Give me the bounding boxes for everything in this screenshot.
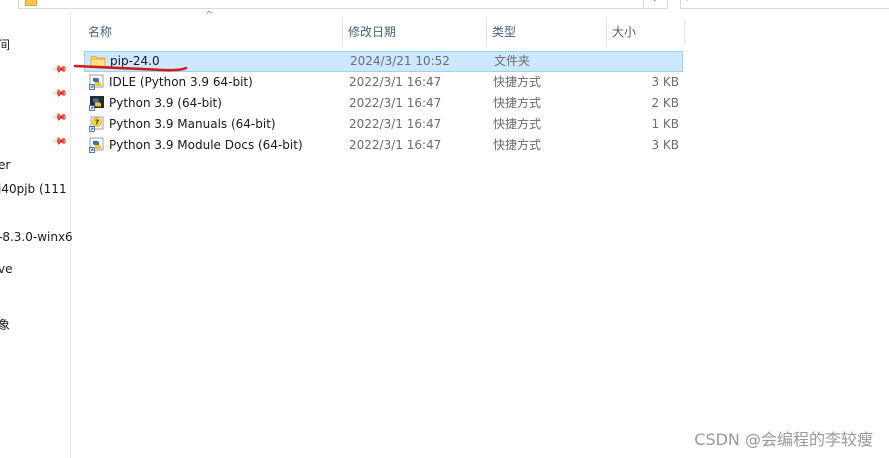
- column-header-name[interactable]: 名称: [82, 16, 342, 48]
- nav-item-6[interactable]: 象: [0, 316, 10, 334]
- nav-item-2[interactable]: er: [0, 156, 10, 174]
- chevron-down-icon: ⌄: [651, 0, 659, 4]
- python-docs-shortcut-icon: [89, 137, 104, 153]
- help-manual-shortcut-icon: ?: [89, 116, 104, 132]
- file-row-python[interactable]: Python 3.9 (64-bit) 2022/3/1 16:47 快捷方式 …: [84, 93, 683, 114]
- python-shortcut-icon: [89, 96, 104, 111]
- file-type: 快捷方式: [493, 75, 542, 89]
- nav-item-3[interactable]: j40pjb (111: [0, 180, 67, 198]
- file-size: 1 KB: [651, 117, 679, 131]
- search-icon: ⌕: [687, 0, 692, 4]
- column-resize-handle[interactable]: [684, 18, 685, 46]
- file-date: 2022/3/1 16:47: [349, 75, 442, 89]
- address-folder-icon: [25, 0, 37, 6]
- file-date: 2022/3/1 16:47: [349, 138, 442, 152]
- file-type: 快捷方式: [493, 117, 542, 131]
- column-header-date[interactable]: 修改日期: [342, 16, 486, 48]
- address-bar[interactable]: [18, 0, 668, 9]
- column-header-size[interactable]: 大小: [606, 16, 684, 48]
- file-row-idle[interactable]: IDLE (Python 3.9 64-bit) 2022/3/1 16:47 …: [84, 72, 683, 93]
- file-name: pip-24.0: [110, 54, 160, 68]
- refresh-button[interactable]: ⌄: [643, 0, 668, 8]
- watermark: CSDN @会编程的李较瘦: [694, 430, 873, 449]
- file-type: 快捷方式: [493, 96, 542, 110]
- file-date: 2024/3/21 10:52: [350, 54, 450, 68]
- file-size: 3 KB: [651, 138, 679, 152]
- file-row-pip-folder[interactable]: pip-24.0 2024/3/21 10:52 文件夹: [84, 51, 683, 72]
- python-idle-shortcut-icon: [89, 74, 104, 90]
- file-size: 3 KB: [651, 75, 679, 89]
- file-name: Python 3.9 Module Docs (64-bit): [109, 138, 303, 152]
- file-type: 快捷方式: [493, 138, 542, 152]
- top-toolbar: ⌄ ⌕: [0, 0, 889, 9]
- svg-text:?: ?: [95, 119, 99, 127]
- nav-item-4[interactable]: -8.3.0-winx6: [0, 228, 73, 246]
- nav-item-1[interactable]: 间: [0, 36, 10, 54]
- file-date: 2022/3/1 16:47: [349, 117, 442, 131]
- file-name: Python 3.9 (64-bit): [109, 96, 222, 110]
- file-type: 文件夹: [494, 54, 531, 68]
- nav-item-5[interactable]: ve: [0, 260, 12, 278]
- file-row-module-docs[interactable]: Python 3.9 Module Docs (64-bit) 2022/3/1…: [84, 135, 683, 156]
- file-date: 2022/3/1 16:47: [349, 96, 442, 110]
- file-name: Python 3.9 Manuals (64-bit): [109, 117, 276, 131]
- file-row-manuals[interactable]: ? Python 3.9 Manuals (64-bit) 2022/3/1 1…: [84, 114, 683, 135]
- file-size: 2 KB: [651, 96, 679, 110]
- column-header-type[interactable]: 类型: [486, 16, 606, 48]
- search-input[interactable]: ⌕: [680, 0, 889, 9]
- file-name: IDLE (Python 3.9 64-bit): [109, 75, 253, 89]
- folder-icon: [90, 56, 106, 67]
- file-explorer-window: ⌄ ⌕ 间 📌 📌 📌 📌 er j40pjb (111 -8.3.0-winx…: [0, 0, 889, 458]
